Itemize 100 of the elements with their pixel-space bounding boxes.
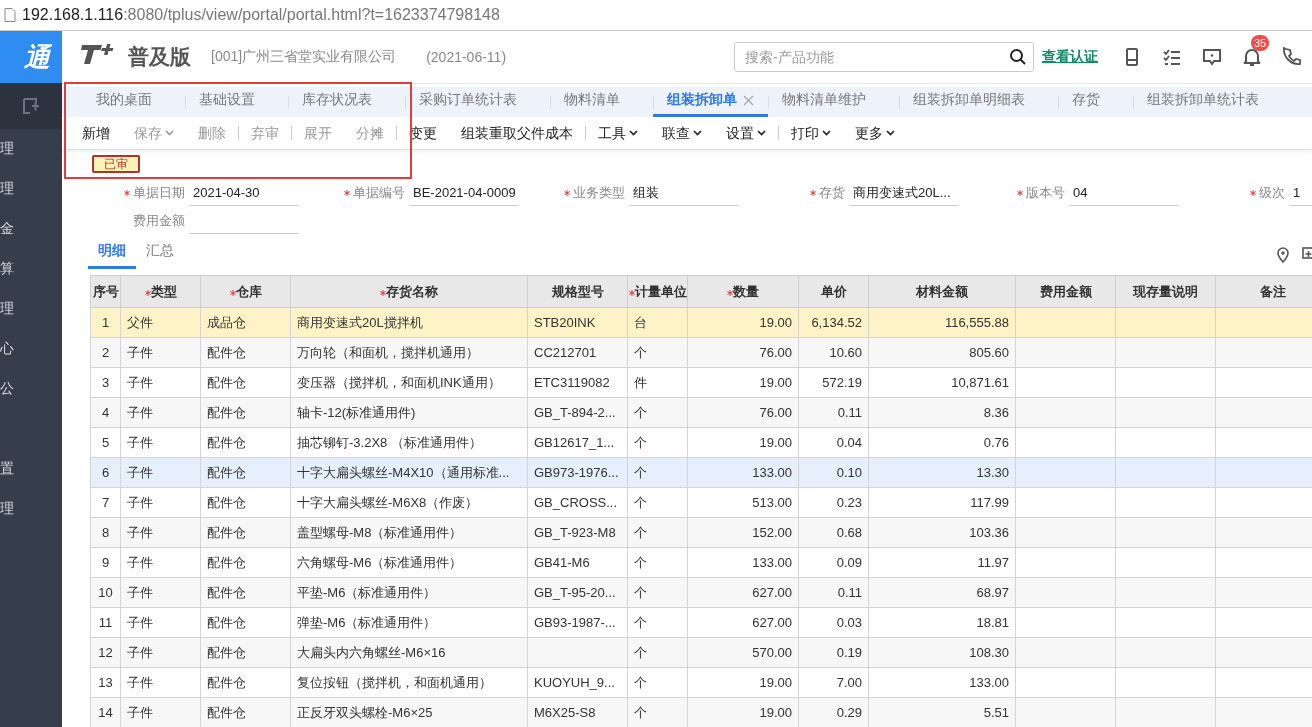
table-cell: CC212701 — [527, 337, 628, 368]
column-header: 类型 — [120, 275, 201, 308]
sidebar-item[interactable]: 心 — [0, 329, 62, 369]
table-cell: 配件仓 — [200, 667, 291, 698]
tab[interactable]: 采购订单统计表 — [405, 86, 550, 117]
sidebar-item[interactable]: 理 — [0, 169, 62, 209]
table-cell: GB_T-894-2... — [527, 397, 628, 428]
table-cell: 103.36 — [868, 517, 1016, 548]
table-cell: 弹垫-M6（标准通用件） — [290, 607, 528, 638]
table-cell: 配件仓 — [200, 607, 291, 638]
phone-icon[interactable] — [1282, 46, 1302, 67]
toolbar-button[interactable]: 更多 — [843, 125, 907, 140]
sidebar-item[interactable]: 理 — [0, 289, 62, 329]
table-cell: 成品仓 — [200, 307, 291, 338]
field-label: 存货 — [819, 184, 845, 203]
tab[interactable]: 存货 — [1058, 86, 1133, 117]
table-cell: 配件仓 — [200, 547, 291, 578]
table-cell: 12 — [90, 637, 121, 668]
table-cell: 个 — [627, 607, 688, 638]
company-name: [001]广州三省堂实业有限公司 — [211, 47, 397, 66]
table-cell: 子件 — [120, 697, 201, 727]
input-field[interactable]: 组装 — [629, 180, 739, 206]
table-cell: 1 — [90, 307, 121, 338]
add-page-icon[interactable] — [22, 97, 40, 115]
bell-icon[interactable] — [1242, 46, 1262, 67]
table-cell: 子件 — [120, 457, 201, 488]
table-cell: 大扁头内六角螺丝-M6×16 — [290, 637, 528, 668]
tab[interactable]: 汇总 — [136, 242, 184, 269]
table-cell: 117.99 — [868, 487, 1016, 518]
tab[interactable]: 物料清单维护 — [768, 86, 899, 117]
table-cell: 配件仓 — [200, 637, 291, 668]
table-cell: 配件仓 — [200, 427, 291, 458]
tab[interactable]: 组装拆卸单统计表 — [1133, 86, 1292, 117]
input-field[interactable]: 1 — [1289, 180, 1312, 206]
sidebar-item[interactable]: 公 — [0, 369, 62, 409]
table-cell: GB93-1987-... — [527, 607, 628, 638]
toolbar-button[interactable]: 组装重取父件成本 — [449, 125, 585, 140]
table-cell: GB973-1976... — [527, 457, 628, 488]
search-field[interactable]: 搜索-产品功能 — [734, 41, 1034, 72]
tab[interactable]: 组装拆卸单明细表 — [899, 86, 1058, 117]
table-cell: 配件仓 — [200, 367, 291, 398]
sidebar-item[interactable]: 理 — [0, 489, 62, 529]
table-cell: 19.00 — [687, 697, 799, 727]
table-cell: 十字大扁头螺丝-M4X10（通用标准... — [290, 457, 528, 488]
table-cell: 正反牙双头螺栓-M6×25 — [290, 697, 528, 727]
table-cell: 个 — [627, 457, 688, 488]
toolbar-button[interactable]: 设置 — [714, 125, 778, 140]
table-cell: 13 — [90, 667, 121, 698]
toolbar-button[interactable]: 工具 — [586, 125, 650, 140]
sidebar-item[interactable]: 金 — [0, 209, 62, 249]
table-cell: 11 — [90, 607, 121, 638]
tab[interactable]: 组装拆卸单 — [653, 86, 768, 117]
sidebar-item[interactable]: 置 — [0, 449, 62, 489]
table-cell: 配件仓 — [200, 337, 291, 368]
url-host[interactable]: 192.168.1.116 — [22, 6, 124, 24]
table-cell: 配件仓 — [200, 397, 291, 428]
toolbar-button[interactable]: 联查 — [650, 125, 714, 140]
table-cell: 14 — [90, 697, 121, 727]
table-cell: 十字大扁头螺丝-M6X8（作废） — [290, 487, 528, 518]
table-cell: 变压器（搅拌机，和面机INK通用） — [290, 367, 528, 398]
input-field[interactable]: BE-2021-04-0009 — [409, 180, 519, 206]
input-field[interactable]: 04 — [1069, 180, 1179, 206]
sidebar-item[interactable]: 理 — [0, 129, 62, 169]
table-cell: 0.29 — [798, 697, 869, 727]
login-date: (2021-06-11) — [426, 48, 507, 65]
table-cell: 台 — [627, 307, 688, 338]
toolbar-button[interactable]: 打印 — [779, 125, 843, 140]
table-cell: 抽芯铆钉-3.2X8 （标准通用件） — [290, 427, 528, 458]
table-cell: 个 — [627, 487, 688, 518]
table-cell: 0.11 — [798, 397, 869, 428]
table-cell: 133.00 — [687, 457, 799, 488]
view-certification-link[interactable]: 查看认证 — [1042, 47, 1098, 66]
tab[interactable]: 我的桌面 — [82, 86, 185, 117]
input-field[interactable]: 2021-04-30 — [189, 180, 299, 206]
status-badge: 已审 — [92, 155, 140, 174]
table-cell: 0.11 — [798, 577, 869, 608]
table-cell: 76.00 — [687, 397, 799, 428]
tab[interactable]: 物料清单 — [550, 86, 653, 117]
input-field[interactable]: 商用变速式20L... — [849, 180, 959, 206]
location-pin-icon[interactable] — [1276, 247, 1290, 263]
search-icon[interactable] — [1009, 47, 1027, 66]
url-path[interactable]: :8080/tplus/view/portal/portal.html?t=1623374798148 — [123, 6, 500, 24]
table-cell: 0.10 — [798, 457, 869, 488]
table-cell: 配件仓 — [200, 487, 291, 518]
table-cell: 116,555.88 — [868, 307, 1016, 338]
table-cell: 轴卡-12(标准通用件) — [290, 397, 528, 428]
table-cell: 个 — [627, 517, 688, 548]
table-cell: 8 — [90, 517, 121, 548]
toolbar-button[interactable]: 新增 — [70, 125, 122, 140]
table-cell: 0.19 — [798, 637, 869, 668]
table-cell: 9 — [90, 547, 121, 578]
tab[interactable]: 基础设置 — [185, 86, 288, 117]
tab[interactable]: 库存状况表 — [288, 86, 405, 117]
table-cell: 复位按钮（搅拌机，和面机通用） — [290, 667, 528, 698]
sidebar-item[interactable]: 算 — [0, 249, 62, 289]
table-cell: 6,134.52 — [798, 307, 869, 338]
table-cell: GB_CROSS... — [527, 487, 628, 518]
tab[interactable]: 明细 — [88, 242, 136, 269]
column-header: 材料金额 — [868, 275, 1016, 308]
chat-icon[interactable] — [1202, 46, 1222, 67]
